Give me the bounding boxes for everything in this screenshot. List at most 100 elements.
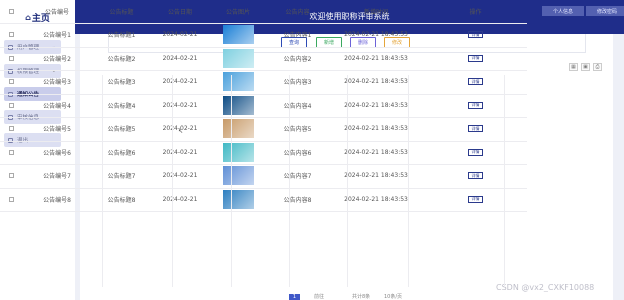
page-current[interactable]: 1 [289,294,300,300]
image-cell [209,117,267,141]
cell-no: 公告编号5 [43,126,71,134]
column-header: 公告标题 [109,9,134,16]
column-header: 操作 [469,9,482,16]
image-cell [209,23,267,47]
row-checkbox[interactable] [8,79,14,85]
cell-content: 公告内容6 [283,149,312,157]
action-cell: 详情 [424,164,527,188]
detail-button[interactable]: 详情 [468,54,483,62]
column-header: 公告日期 [167,9,192,16]
table-row: 公告编号1 公告标题1 2024-02-21 公告内容1 2024-02-21 18:4… [0,23,527,48]
column-divider [102,75,103,287]
cell-date: 2024-02-21 [162,78,198,86]
image-cell [209,47,267,71]
mouse-cursor-icon: ↖ [178,128,184,135]
watermark: CSDN @vx2_CXKF10088 [496,283,595,292]
cell-time: 2024-02-21 18:43:53 [344,195,408,203]
cell-no: 公告编号8 [43,196,71,204]
goto-label: 前往 [314,294,325,300]
row-checkbox[interactable] [8,149,14,155]
cell-content: 公告内容1 [283,32,312,40]
cell-content: 公告内容5 [283,126,312,134]
notice-thumbnail [222,72,254,92]
cell-date: 2024-02-21 [162,148,198,156]
cell-title: 公告标题5 [107,126,136,134]
cell-date: 2024-02-21 [162,101,198,109]
cell-no: 公告编号7 [43,173,71,181]
detail-button[interactable]: 详情 [468,172,483,180]
cell-content: 公告内容7 [283,173,312,181]
action-cell: 详情 [424,47,527,71]
table-row: 公告编号8 公告标题8 2024-02-21 公告内容8 2024-02-21 18:4… [0,188,527,212]
cell-no: 公告编号3 [43,79,71,87]
image-cell [209,94,267,118]
detail-button[interactable]: 详情 [468,195,483,203]
cell-content: 公告内容8 [283,196,312,204]
notice-thumbnail [222,166,254,186]
column-divider [408,75,409,287]
table-row: 公告编号2 公告标题2 2024-02-21 公告内容2 2024-02-21 18:4… [0,47,527,71]
cell-title: 公告标题7 [107,173,136,181]
table-row: 公告编号6 公告标题6 2024-02-21 公告内容6 2024-02-21 18:4… [0,141,527,165]
total-count: 共计8条 [352,294,371,300]
print-icon[interactable]: ▣ [581,63,590,71]
notice-thumbnail [222,25,254,45]
column-divider [347,75,348,287]
image-cell [209,164,267,188]
notice-thumbnail [222,95,254,115]
cell-title: 公告标题2 [107,55,136,63]
column-divider [504,75,505,287]
column-header: 公告内容 [285,9,310,16]
detail-button[interactable]: 详情 [468,78,483,86]
page-size-select[interactable]: 10条/页 [384,293,402,300]
cell-time: 2024-02-21 18:43:53 [344,78,408,86]
cell-title: 公告标题6 [107,149,136,157]
column-divider [289,75,290,287]
row-checkbox[interactable] [8,102,14,108]
cell-content: 公告内容4 [283,102,312,110]
action-cell: 详情 [424,94,527,118]
profile-button[interactable]: 个人信息 [542,6,584,16]
cell-time: 2024-02-21 18:43:53 [344,101,408,109]
column-header: 公告图片 [225,9,250,16]
detail-button[interactable]: 详情 [468,101,483,109]
image-cell [209,188,267,212]
action-cell: 详情 [424,117,527,141]
table-row: 公告编号4 公告标题4 2024-02-21 公告内容4 2024-02-21 18:4… [0,94,527,118]
cell-date: 2024-02-21 [162,195,198,203]
cell-content: 公告内容2 [283,55,312,63]
cell-no: 公告编号6 [43,149,71,157]
column-divider [231,75,232,287]
cell-date: 2024-02-21 [162,172,198,180]
row-checkbox[interactable] [8,196,14,202]
export-icon[interactable]: ⎙ [593,63,602,71]
notice-thumbnail [222,142,254,162]
table-row: 公告编号3 公告标题3 2024-02-21 公告内容3 2024-02-21 18:4… [0,70,527,95]
row-checkbox[interactable] [8,55,14,61]
row-checkbox[interactable] [8,173,14,179]
row-checkbox[interactable] [8,126,14,132]
action-cell: 详情 [424,23,527,47]
cell-time: 2024-02-21 18:43:53 [344,148,408,156]
change-password-button[interactable]: 修改密码 [586,6,624,16]
cell-title: 公告标题4 [107,102,136,110]
select-all-checkbox[interactable] [8,9,14,14]
detail-button[interactable]: 详情 [468,31,483,39]
notice-thumbnail [222,189,254,209]
detail-button[interactable]: 详情 [468,148,483,156]
detail-button[interactable]: 详情 [468,125,483,133]
cell-no: 公告编号4 [43,102,71,110]
action-cell: 详情 [424,188,527,212]
table-row: 公告编号5 公告标题5 2024-02-21 公告内容5 2024-02-21 18:4… [0,117,527,142]
row-checkbox[interactable] [8,32,14,38]
cell-time: 2024-02-21 18:43:53 [344,31,408,39]
notice-thumbnail [222,48,254,68]
action-cell: 详情 [424,70,527,94]
cell-time: 2024-02-21 18:43:53 [344,125,408,133]
cell-date: 2024-02-21 [162,54,198,62]
action-cell: 详情 [424,141,527,165]
cell-title: 公告标题3 [107,79,136,87]
cell-title: 公告标题8 [107,196,136,204]
image-cell [209,70,267,94]
grid-icon[interactable]: ▦ [569,63,578,71]
